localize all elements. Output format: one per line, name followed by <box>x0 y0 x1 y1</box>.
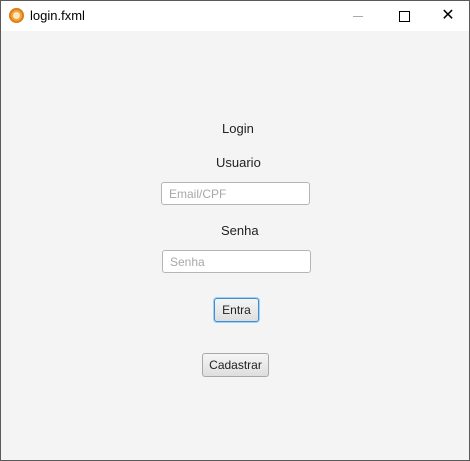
close-button[interactable]: ✕ <box>425 1 470 31</box>
title-bar[interactable]: login.fxml ✕ <box>1 1 469 31</box>
app-logo-icon <box>9 8 24 23</box>
login-submit-label: Entra <box>222 303 251 317</box>
maximize-icon <box>398 10 410 22</box>
register-label: Cadastrar <box>209 358 262 372</box>
login-heading: Login <box>222 121 254 136</box>
minimize-icon <box>353 15 363 17</box>
email-cpf-input[interactable] <box>161 182 310 205</box>
password-input[interactable] <box>162 250 311 273</box>
minimize-button[interactable] <box>335 1 381 31</box>
app-window: login.fxml ✕ Login Usuario Senha Entra C… <box>0 0 470 461</box>
maximize-button[interactable] <box>381 1 427 31</box>
register-button[interactable]: Cadastrar <box>202 353 269 377</box>
senha-label: Senha <box>221 223 259 238</box>
window-title: login.fxml <box>30 8 85 23</box>
login-submit-button[interactable]: Entra <box>214 298 259 322</box>
close-icon: ✕ <box>441 7 455 24</box>
usuario-label: Usuario <box>216 155 261 170</box>
